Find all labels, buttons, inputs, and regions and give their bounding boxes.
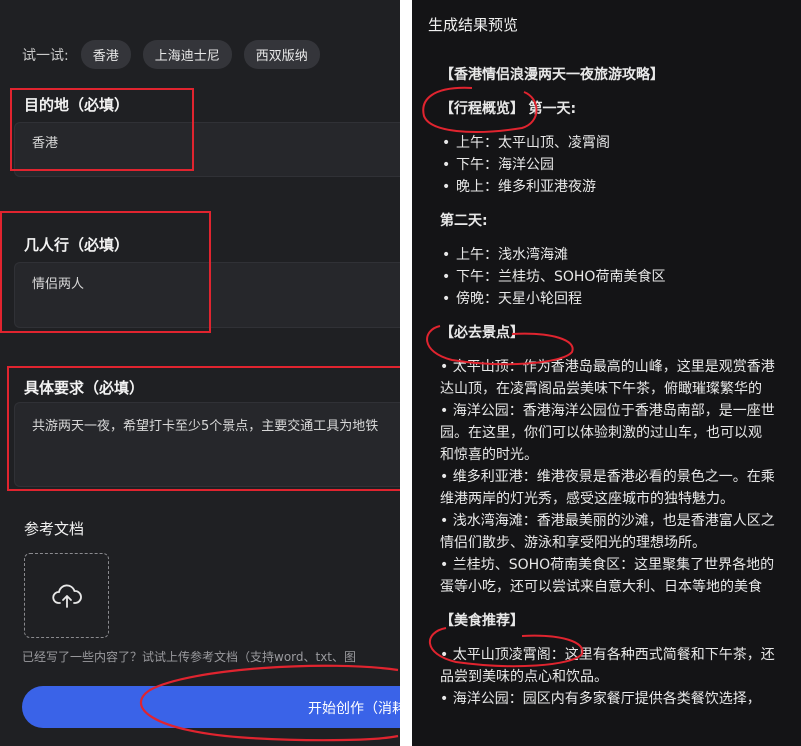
chip-shanghai-disney[interactable]: 上海迪士尼 — [142, 40, 232, 69]
annotation-box-travelers — [0, 211, 211, 333]
annotation-box-destination — [10, 88, 194, 171]
chip-hongkong[interactable]: 香港 — [80, 40, 131, 69]
annotation-box-requirements — [7, 366, 400, 491]
try-examples: 试一试: 香港 上海迪士尼 西双版纳 — [22, 40, 320, 69]
chip-xishuangbanna[interactable]: 西双版纳 — [243, 40, 320, 69]
panel-divider — [400, 0, 412, 746]
try-label: 试一试: — [22, 47, 69, 64]
input-form-panel: 试一试: 香港 上海迪士尼 西双版纳 目的地（必填） 香港 几人行（必填） 情侣… — [0, 0, 400, 746]
upload-dropzone[interactable] — [24, 553, 109, 638]
annotation-ellipse-start — [139, 664, 399, 742]
cloud-upload-icon — [51, 584, 82, 608]
reference-doc-label: 参考文档 — [24, 520, 85, 538]
annotation-strokes — [422, 86, 584, 668]
result-preview-panel: 生成结果预览 【香港情侣浪漫两天一夜旅游攻略】 【行程概览】 第一天: 上午：太… — [412, 0, 801, 746]
